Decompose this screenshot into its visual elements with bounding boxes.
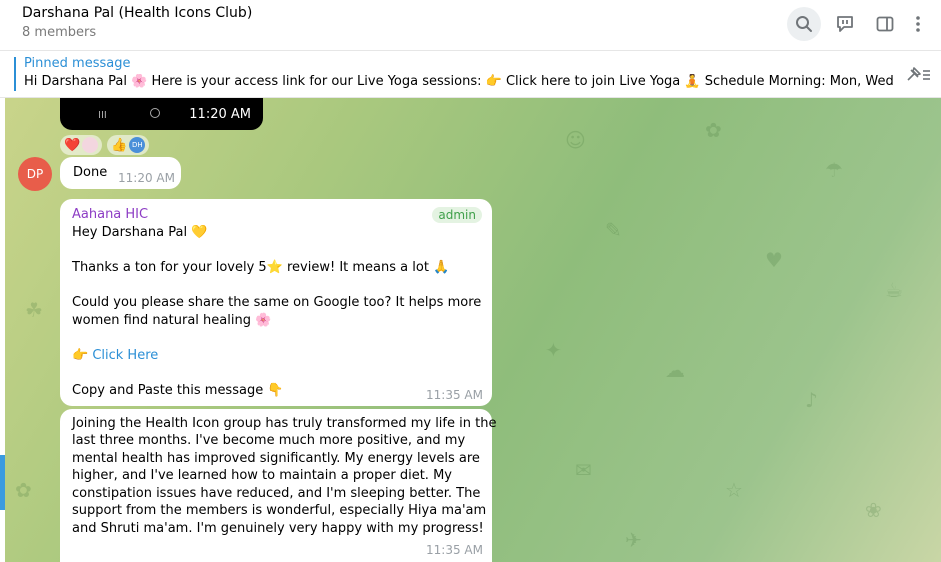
message-timestamp: 11:20 AM — [118, 171, 175, 185]
video-message[interactable]: III 11:20 AM — [60, 98, 263, 130]
reaction-heart[interactable]: ❤️ — [60, 135, 103, 155]
testimonial-message-bubble[interactable]: Joining the Health Icon group has truly … — [60, 409, 496, 562]
admin-message-bubble[interactable]: Aahana HIC admin Hey Darshana Pal 💛 Than… — [60, 199, 492, 406]
reaction-emoji: 👍 — [111, 137, 128, 153]
chat-area[interactable]: ☺ ✿ ☂ ✎ ♥ ☕ ✦ ☁ ♪ ✉ ☆ ❀ ✈ ☘ ✿ III 11:20 … — [5, 98, 941, 562]
pinned-message-bar[interactable]: Pinned message Hi Darshana Pal 🌸 Here is… — [0, 51, 941, 98]
testimonial-line: higher, and I've learned how to maintain… — [72, 468, 452, 483]
more-vertical-icon — [916, 16, 920, 32]
message-ask-line-2: women find natural healing 🌸 — [72, 313, 272, 328]
avatar[interactable]: DP — [18, 157, 52, 191]
reactor-avatar-icon — [82, 137, 99, 153]
more-button[interactable] — [903, 7, 933, 41]
chat-header: Darshana Pal (Health Icons Club) 8 membe… — [0, 0, 941, 51]
admin-badge: admin — [432, 207, 482, 223]
message-copy-line: Copy and Paste this message 👇 — [72, 383, 284, 398]
reaction-emoji: ❤️ — [64, 137, 81, 153]
message-timestamp: 11:35 AM — [426, 388, 483, 402]
message-text: Done — [73, 165, 108, 180]
sidebar-toggle-icon — [876, 16, 894, 32]
message-ask-line-1: Could you please share the same on Googl… — [72, 295, 482, 310]
reactor-avatar: DH — [129, 137, 146, 153]
chat-title[interactable]: Darshana Pal (Health Icons Club) — [22, 5, 252, 21]
message-timestamp: 11:35 AM — [426, 543, 483, 557]
click-here-link[interactable]: Click Here — [92, 348, 158, 363]
message-link-line: 👉 Click Here — [72, 348, 158, 363]
testimonial-line: last three months. I've become much more… — [72, 433, 466, 448]
message-thanks: Thanks a ton for your lovely 5⭐ review! … — [72, 260, 450, 275]
pinned-text: Hi Darshana Pal 🌸 Here is your access li… — [24, 74, 894, 89]
testimonial-line: Joining the Health Icon group has truly … — [72, 416, 497, 431]
testimonial-line: support from the members is wonderful, e… — [72, 503, 487, 518]
reaction-thumbs-up[interactable]: 👍 DH — [107, 135, 150, 155]
pinned-indicator — [14, 57, 16, 91]
live-chat-icon — [837, 16, 853, 32]
search-button[interactable] — [787, 7, 821, 41]
sender-name[interactable]: Aahana HIC — [72, 207, 148, 222]
sidebar-toggle-button[interactable] — [868, 7, 902, 41]
message-greeting: Hey Darshana Pal 💛 — [72, 225, 208, 240]
pinned-label: Pinned message — [24, 56, 131, 71]
search-icon — [796, 16, 812, 32]
testimonial-line: constipation issues have reduced, and I'… — [72, 486, 481, 501]
video-timestamp: 11:20 AM — [189, 107, 251, 122]
unpin-icon — [907, 67, 930, 81]
video-home-icon — [150, 108, 160, 118]
video-menu-label: III — [98, 110, 107, 121]
message-bubble[interactable]: Done 11:20 AM — [60, 157, 181, 189]
live-chat-button[interactable] — [828, 7, 862, 41]
member-count[interactable]: 8 members — [22, 25, 96, 40]
testimonial-line: mental health has improved significantly… — [72, 451, 480, 466]
unpin-button[interactable] — [905, 65, 931, 87]
reactions-row: ❤️ 👍 DH — [60, 135, 150, 157]
pointing-hand-icon: 👉 — [72, 348, 89, 363]
testimonial-line: and Shruti ma'am. I'm genuinely very hap… — [72, 521, 484, 536]
